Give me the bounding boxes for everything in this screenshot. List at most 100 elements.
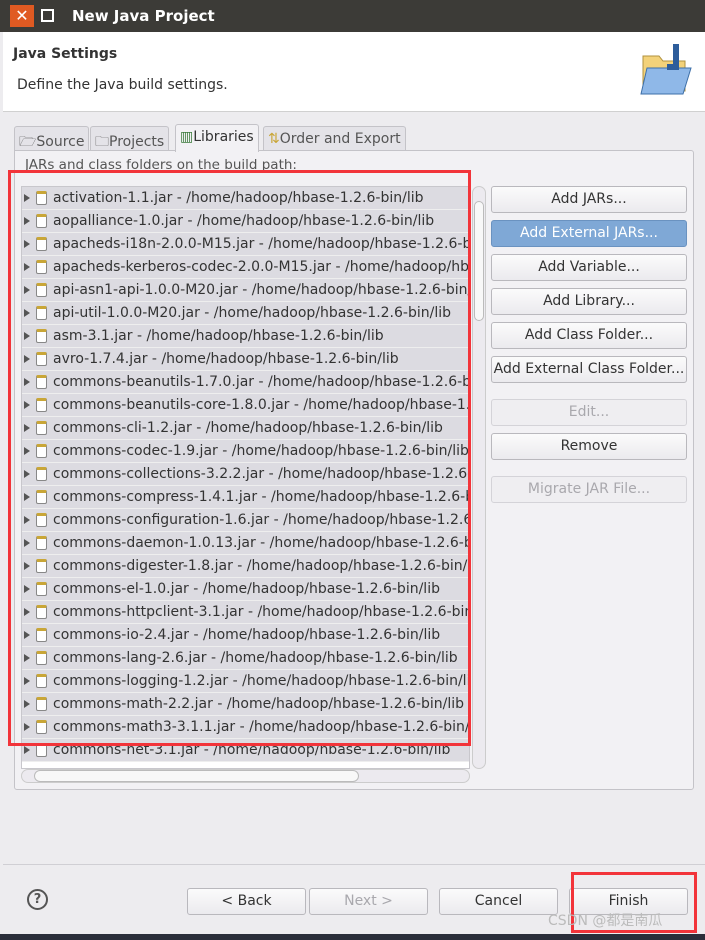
jar-label: commons-compress-1.4.1.jar - /home/hadoo… xyxy=(53,489,469,505)
jar-list-item[interactable]: asm-3.1.jar - /home/hadoop/hbase-1.2.6-b… xyxy=(22,325,469,348)
jar-list-item[interactable]: avro-1.7.4.jar - /home/hadoop/hbase-1.2.… xyxy=(22,348,469,371)
jar-label: commons-digester-1.8.jar - /home/hadoop/… xyxy=(53,558,469,574)
jar-list-item[interactable]: commons-compress-1.4.1.jar - /home/hadoo… xyxy=(22,486,469,509)
expand-triangle-icon[interactable] xyxy=(24,631,30,639)
edit-button[interactable]: Edit... xyxy=(491,399,687,426)
jar-list-item[interactable]: commons-math-2.2.jar - /home/hadoop/hbas… xyxy=(22,693,469,716)
expand-triangle-icon[interactable] xyxy=(24,654,30,662)
jar-label: api-util-1.0.0-M20.jar - /home/hadoop/hb… xyxy=(53,305,451,321)
expand-triangle-icon[interactable] xyxy=(24,309,30,317)
tab-order-and-export[interactable]: ⇅Order and Export xyxy=(263,126,406,152)
expand-triangle-icon[interactable] xyxy=(24,263,30,271)
jar-list-item[interactable]: commons-collections-3.2.2.jar - /home/ha… xyxy=(22,463,469,486)
build-path-label: JARs and class folders on the build path… xyxy=(25,157,297,173)
horizontal-scrollbar[interactable] xyxy=(21,769,470,783)
close-button[interactable]: ✕ xyxy=(10,5,34,27)
jar-label: commons-codec-1.9.jar - /home/hadoop/hba… xyxy=(53,443,469,459)
jar-label: commons-net-3.1.jar - /home/hadoop/hbase… xyxy=(53,742,451,758)
jar-icon xyxy=(36,720,47,734)
jar-icon xyxy=(36,214,47,228)
jar-icon xyxy=(36,651,47,665)
jar-list-item[interactable]: commons-configuration-1.6.jar - /home/ha… xyxy=(22,509,469,532)
expand-triangle-icon[interactable] xyxy=(24,608,30,616)
jar-list-item[interactable]: commons-net-3.1.jar - /home/hadoop/hbase… xyxy=(22,739,469,762)
remove-button[interactable]: Remove xyxy=(491,433,687,460)
vertical-scrollbar[interactable] xyxy=(472,186,486,769)
help-button[interactable]: ? xyxy=(27,889,48,910)
expand-triangle-icon[interactable] xyxy=(24,539,30,547)
expand-triangle-icon[interactable] xyxy=(24,332,30,340)
jar-label: commons-configuration-1.6.jar - /home/ha… xyxy=(53,512,469,528)
jar-list-item[interactable]: commons-lang-2.6.jar - /home/hadoop/hbas… xyxy=(22,647,469,670)
books-icon: ▥ xyxy=(180,129,194,145)
add-external-jars-button[interactable]: Add External JARs... xyxy=(491,220,687,247)
page-description: Define the Java build settings. xyxy=(17,77,228,93)
expand-triangle-icon[interactable] xyxy=(24,240,30,248)
jar-list-item[interactable]: apacheds-kerberos-codec-2.0.0-M15.jar - … xyxy=(22,256,469,279)
jar-list-item[interactable]: commons-beanutils-core-1.8.0.jar - /home… xyxy=(22,394,469,417)
jar-label: asm-3.1.jar - /home/hadoop/hbase-1.2.6-b… xyxy=(53,328,384,344)
jar-list-item[interactable]: commons-beanutils-1.7.0.jar - /home/hado… xyxy=(22,371,469,394)
jar-list-item[interactable]: commons-cli-1.2.jar - /home/hadoop/hbase… xyxy=(22,417,469,440)
next-button[interactable]: Next > xyxy=(309,888,428,915)
expand-triangle-icon[interactable] xyxy=(24,378,30,386)
jar-icon xyxy=(36,582,47,596)
jar-label: commons-math-2.2.jar - /home/hadoop/hbas… xyxy=(53,696,465,712)
jar-label: commons-logging-1.2.jar - /home/hadoop/h… xyxy=(53,673,469,689)
expand-triangle-icon[interactable] xyxy=(24,585,30,593)
jar-list-item[interactable]: api-util-1.0.0-M20.jar - /home/hadoop/hb… xyxy=(22,302,469,325)
expand-triangle-icon[interactable] xyxy=(24,217,30,225)
vertical-scroll-thumb[interactable] xyxy=(474,201,484,321)
expand-triangle-icon[interactable] xyxy=(24,401,30,409)
expand-triangle-icon[interactable] xyxy=(24,470,30,478)
jar-list-item[interactable]: commons-math3-3.1.1.jar - /home/hadoop/h… xyxy=(22,716,469,739)
jar-list-item[interactable]: apacheds-i18n-2.0.0-M15.jar - /home/hado… xyxy=(22,233,469,256)
expand-triangle-icon[interactable] xyxy=(24,447,30,455)
add-library-button[interactable]: Add Library... xyxy=(491,288,687,315)
jar-list-item[interactable]: commons-logging-1.2.jar - /home/hadoop/h… xyxy=(22,670,469,693)
jar-list-item[interactable]: activation-1.1.jar - /home/hadoop/hbase-… xyxy=(22,187,469,210)
expand-triangle-icon[interactable] xyxy=(24,746,30,754)
jar-icon xyxy=(36,674,47,688)
expand-triangle-icon[interactable] xyxy=(24,723,30,731)
jar-list-item[interactable]: commons-codec-1.9.jar - /home/hadoop/hba… xyxy=(22,440,469,463)
tab-libraries[interactable]: ▥Libraries xyxy=(175,124,259,152)
expand-triangle-icon[interactable] xyxy=(24,424,30,432)
add-variable-button[interactable]: Add Variable... xyxy=(491,254,687,281)
tab-source[interactable]: 🗁Source xyxy=(14,126,90,152)
add-external-class-folder-button[interactable]: Add External Class Folder... xyxy=(491,356,687,383)
jar-icon xyxy=(36,697,47,711)
cancel-button[interactable]: Cancel xyxy=(439,888,558,915)
expand-triangle-icon[interactable] xyxy=(24,562,30,570)
expand-triangle-icon[interactable] xyxy=(24,516,30,524)
migrate-jar-file-button[interactable]: Migrate JAR File... xyxy=(491,476,687,503)
jar-list-item[interactable]: commons-el-1.0.jar - /home/hadoop/hbase-… xyxy=(22,578,469,601)
jar-label: commons-io-2.4.jar - /home/hadoop/hbase-… xyxy=(53,627,441,643)
expand-triangle-icon[interactable] xyxy=(24,677,30,685)
jar-list-item[interactable]: commons-daemon-1.0.13.jar - /home/hadoop… xyxy=(22,532,469,555)
page-title: Java Settings xyxy=(13,46,118,62)
expand-triangle-icon[interactable] xyxy=(24,286,30,294)
expand-triangle-icon[interactable] xyxy=(24,493,30,501)
jar-tree-list[interactable]: activation-1.1.jar - /home/hadoop/hbase-… xyxy=(21,186,470,769)
jar-list-item[interactable]: commons-digester-1.8.jar - /home/hadoop/… xyxy=(22,555,469,578)
folder-icon: 🗀 xyxy=(95,134,109,150)
expand-triangle-icon[interactable] xyxy=(24,194,30,202)
jar-icon xyxy=(36,421,47,435)
jar-list-item[interactable]: aopalliance-1.0.jar - /home/hadoop/hbase… xyxy=(22,210,469,233)
back-button[interactable]: < Back xyxy=(187,888,306,915)
horizontal-scroll-thumb[interactable] xyxy=(34,770,359,782)
jar-list-item[interactable]: commons-httpclient-3.1.jar - /home/hadoo… xyxy=(22,601,469,624)
expand-triangle-icon[interactable] xyxy=(24,355,30,363)
jar-label: commons-daemon-1.0.13.jar - /home/hadoop… xyxy=(53,535,469,551)
tab-projects[interactable]: 🗀Projects xyxy=(90,126,170,152)
jar-list-item[interactable]: commons-io-2.4.jar - /home/hadoop/hbase-… xyxy=(22,624,469,647)
jar-icon xyxy=(36,352,47,366)
expand-triangle-icon[interactable] xyxy=(24,700,30,708)
jar-list-item[interactable]: api-asn1-api-1.0.0-M20.jar - /home/hadoo… xyxy=(22,279,469,302)
title-bar: ✕ New Java Project xyxy=(0,0,705,32)
maximize-button[interactable] xyxy=(41,9,54,22)
add-class-folder-button[interactable]: Add Class Folder... xyxy=(491,322,687,349)
add-jars-button[interactable]: Add JARs... xyxy=(491,186,687,213)
jar-icon xyxy=(36,375,47,389)
